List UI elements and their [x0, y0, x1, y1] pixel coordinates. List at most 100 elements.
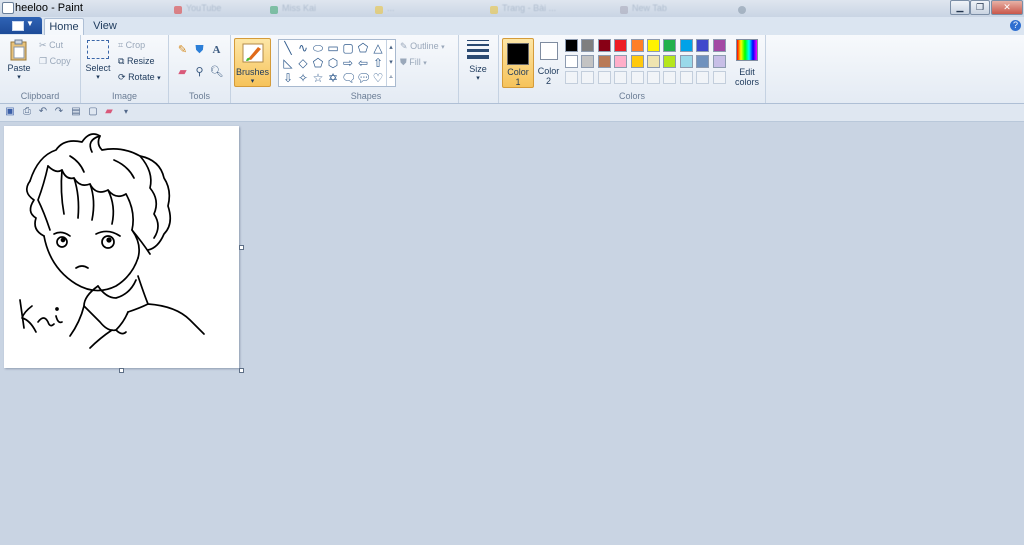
select-button[interactable]: Select ▾: [85, 40, 111, 84]
empty-color-slot[interactable]: [663, 71, 677, 84]
tab-home[interactable]: Home: [44, 18, 84, 36]
color-swatch[interactable]: [712, 55, 726, 68]
save-icon[interactable]: ▣: [5, 107, 15, 117]
maximize-button[interactable]: ❐: [970, 0, 990, 15]
cut-button[interactable]: ✂ Cut: [39, 40, 63, 51]
brushes-button[interactable]: Brushes ▾: [234, 38, 271, 87]
rounded-rectangle-shape-icon[interactable]: ▢: [341, 41, 355, 55]
callout-rect-shape-icon[interactable]: 🗨︎: [341, 71, 356, 85]
shapes-scroll[interactable]: ▴ ▾ ⩡: [386, 40, 395, 86]
undo-icon[interactable]: ↶: [38, 107, 48, 117]
callout-oval-shape-icon[interactable]: 💬︎: [356, 71, 371, 85]
help-icon[interactable]: ?: [1010, 20, 1021, 31]
rectangle-shape-icon[interactable]: ▭: [326, 41, 340, 55]
color-picker-icon[interactable]: ⚲: [192, 65, 207, 79]
color-swatch[interactable]: [663, 39, 677, 52]
color-swatch[interactable]: [597, 39, 611, 52]
magnifier-icon[interactable]: 🔍︎: [209, 65, 224, 79]
eraser-icon[interactable]: ▰: [175, 65, 190, 79]
tab-view[interactable]: View: [88, 18, 122, 35]
empty-color-slot[interactable]: [712, 71, 726, 84]
crop-button[interactable]: ⌗ Crop: [118, 40, 145, 51]
close-button[interactable]: ✕: [991, 0, 1023, 15]
drawing-canvas[interactable]: [4, 126, 239, 368]
minimize-button[interactable]: ▁: [950, 0, 970, 15]
color-swatch[interactable]: [679, 55, 693, 68]
print-icon[interactable]: ⎙: [22, 107, 32, 117]
paint-menu-button[interactable]: ▼: [0, 17, 42, 34]
color-swatch[interactable]: [614, 39, 628, 52]
color-swatch[interactable]: [696, 39, 710, 52]
line-shape-icon[interactable]: ╲: [281, 41, 295, 55]
text-icon[interactable]: A: [209, 43, 224, 57]
new-tab-icon[interactable]: [738, 6, 746, 14]
diamond-shape-icon[interactable]: ◇: [296, 56, 310, 70]
pencil-icon[interactable]: ✎: [175, 43, 190, 57]
color-swatch[interactable]: [581, 55, 595, 68]
copy-icon: ❐: [39, 56, 48, 66]
resize-handle-corner[interactable]: [239, 368, 244, 373]
heart-shape-icon[interactable]: ♡: [371, 71, 385, 85]
color-swatch[interactable]: [614, 55, 628, 68]
pentagon-shape-icon[interactable]: ⬠: [311, 56, 325, 70]
edit-colors-button[interactable]: Edit colors: [731, 39, 763, 87]
resize-button[interactable]: ⧉ Resize: [118, 56, 154, 67]
empty-color-slot[interactable]: [630, 71, 644, 84]
color-swatch[interactable]: [663, 55, 677, 68]
background-tab[interactable]: Miss Kai: [282, 3, 316, 14]
up-arrow-shape-icon[interactable]: ⇧: [371, 56, 385, 70]
color-swatch[interactable]: [630, 39, 644, 52]
copy-button[interactable]: ❐ Copy: [39, 56, 71, 67]
rotate-button[interactable]: ⟳ Rotate ▾: [118, 72, 161, 83]
image-icon[interactable]: ▤: [71, 107, 81, 117]
triangle-shape-icon[interactable]: △: [371, 41, 385, 55]
size-button[interactable]: Size ▾: [464, 40, 492, 84]
background-tab[interactable]: Trang - Bài ...: [502, 3, 556, 14]
empty-color-slot[interactable]: [614, 71, 628, 84]
color-swatch[interactable]: [565, 39, 578, 52]
color-swatch[interactable]: [696, 55, 710, 68]
redo-icon[interactable]: ↷: [54, 107, 64, 117]
empty-color-slot[interactable]: [696, 71, 710, 84]
four-point-star-shape-icon[interactable]: ✧: [296, 71, 310, 85]
customize-toolbar-icon[interactable]: ▾: [121, 107, 131, 117]
empty-color-slot[interactable]: [565, 71, 578, 84]
color-swatch[interactable]: [679, 39, 693, 52]
ribbon: Paste ▾ ✂ Cut ❐ Copy Clipboard Select ▾ …: [0, 35, 1024, 104]
empty-color-slot[interactable]: [581, 71, 595, 84]
color2-swatch: [539, 42, 558, 60]
outline-button[interactable]: ✎ Outline ▾: [400, 41, 445, 52]
oval-shape-icon[interactable]: ⬭: [311, 41, 325, 55]
background-tab[interactable]: New Tab: [632, 3, 667, 14]
color-swatch[interactable]: [581, 39, 595, 52]
background-tab[interactable]: YouTube: [186, 3, 221, 14]
color-swatch[interactable]: [647, 55, 660, 68]
color-swatch[interactable]: [597, 55, 611, 68]
color-swatch[interactable]: [565, 55, 578, 68]
six-point-star-shape-icon[interactable]: ✡: [326, 71, 340, 85]
empty-color-slot[interactable]: [679, 71, 693, 84]
paste-button[interactable]: Paste ▾: [4, 39, 34, 83]
resize-handle-bottom[interactable]: [119, 368, 124, 373]
five-point-star-shape-icon[interactable]: ☆: [311, 71, 325, 85]
curve-shape-icon[interactable]: ∿: [296, 41, 310, 55]
hexagon-shape-icon[interactable]: ⬡: [326, 56, 340, 70]
down-arrow-shape-icon[interactable]: ⇩: [281, 71, 295, 85]
right-arrow-shape-icon[interactable]: ⇨: [341, 56, 355, 70]
empty-color-slot[interactable]: [647, 71, 660, 84]
fill-bucket-icon[interactable]: ⛊: [192, 43, 207, 57]
color-swatch[interactable]: [647, 39, 660, 52]
resize-handle-right[interactable]: [239, 245, 244, 250]
background-tab[interactable]: ...: [387, 3, 395, 14]
fill-button[interactable]: ⛊ Fill ▾: [400, 57, 427, 68]
right-triangle-shape-icon[interactable]: ◺: [281, 56, 295, 70]
left-arrow-shape-icon[interactable]: ⇦: [356, 56, 370, 70]
blank-page-icon[interactable]: ▢: [88, 107, 98, 117]
empty-color-slot[interactable]: [597, 71, 611, 84]
color1-button[interactable]: Color 1: [502, 38, 534, 88]
color2-button[interactable]: Color 2: [535, 39, 562, 86]
polygon-shape-icon[interactable]: ⬠: [356, 41, 370, 55]
color-swatch[interactable]: [630, 55, 644, 68]
eraser-icon[interactable]: ▰: [104, 107, 114, 117]
color-swatch[interactable]: [712, 39, 726, 52]
